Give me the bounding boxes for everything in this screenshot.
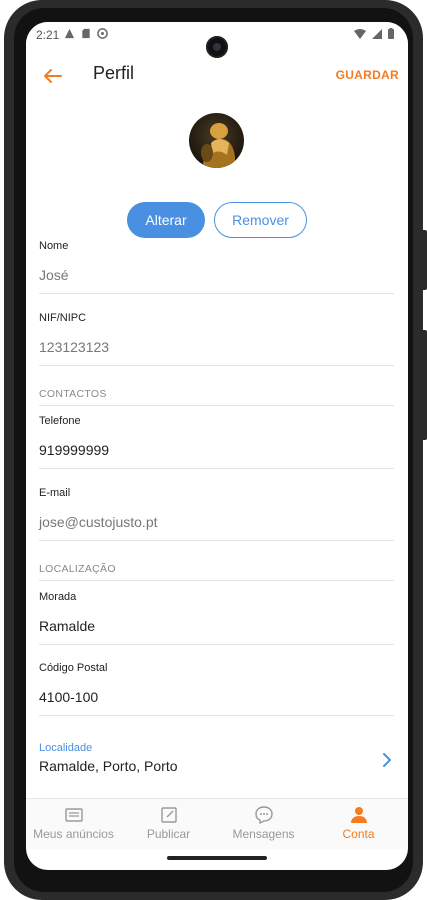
name-field[interactable]: Nome José: [39, 238, 394, 294]
email-input[interactable]: jose@custojusto.pt: [39, 514, 158, 530]
section-divider: [39, 405, 394, 406]
arrow-left-icon: [44, 69, 62, 83]
avatar[interactable]: [189, 113, 244, 168]
divider: [39, 468, 394, 469]
nav-label: Mensagens: [232, 827, 295, 841]
bottom-navigation: Meus anúncios Publicar Mensagens Conta: [26, 798, 408, 849]
save-button[interactable]: GUARDAR: [336, 68, 399, 82]
nif-input[interactable]: 123123123: [39, 339, 109, 355]
postal-code-label: Código Postal: [39, 662, 108, 674]
divider: [39, 644, 394, 645]
phone-input[interactable]: 919999999: [39, 442, 109, 458]
person-icon: [350, 807, 367, 823]
section-header-location: LOCALIZAÇÃO: [39, 563, 116, 575]
photo-actions: Alterar Remover: [26, 202, 408, 238]
page-title: Perfil: [93, 63, 135, 83]
chevron-right-icon: [383, 753, 391, 767]
wifi-icon: [354, 28, 366, 39]
address-field[interactable]: Morada Ramalde: [39, 589, 394, 645]
phone-field[interactable]: Telefone 919999999: [39, 413, 394, 469]
app-screen: 2:21 Perfil GUARDAR Alterar Remover Nome…: [26, 22, 408, 870]
edit-icon: [160, 807, 177, 823]
locality-value: Ramalde, Porto, Porto: [39, 758, 178, 774]
list-icon: [64, 808, 83, 822]
address-input[interactable]: Ramalde: [39, 618, 95, 634]
postal-code-input[interactable]: 4100-100: [39, 689, 98, 705]
status-icons-right: [354, 28, 394, 39]
email-label: E-mail: [39, 487, 71, 499]
change-photo-button[interactable]: Alterar: [127, 202, 205, 238]
section-header-contacts: CONTACTOS: [39, 388, 107, 400]
address-label: Morada: [39, 591, 77, 603]
phone-label: Telefone: [39, 415, 81, 427]
front-camera: [206, 36, 228, 58]
profile-photo: [189, 113, 244, 168]
volume-button: [421, 330, 427, 440]
sync-icon: [97, 28, 108, 39]
chat-icon: [254, 806, 273, 825]
battery-icon: [388, 28, 394, 39]
nif-field[interactable]: NIF/NIPC 123123123: [39, 310, 394, 366]
remove-photo-button[interactable]: Remover: [214, 202, 307, 238]
email-field[interactable]: E-mail jose@custojusto.pt: [39, 485, 394, 541]
divider: [39, 715, 394, 716]
nav-label: Publicar: [146, 827, 191, 841]
name-label: Nome: [39, 240, 69, 252]
nif-label: NIF/NIPC: [39, 312, 87, 324]
divider: [39, 365, 394, 366]
nav-label: Meus anúncios: [33, 827, 114, 841]
section-divider: [39, 580, 394, 581]
nav-item-publish[interactable]: Publicar: [121, 805, 216, 847]
nav-item-account[interactable]: Conta: [311, 805, 406, 847]
status-time: 2:21: [36, 28, 60, 42]
divider: [39, 293, 394, 294]
phone-frame: 2:21 Perfil GUARDAR Alterar Remover Nome…: [4, 0, 427, 900]
warning-icon: [64, 28, 75, 39]
back-button[interactable]: [38, 62, 66, 90]
nav-item-messages[interactable]: Mensagens: [216, 805, 311, 847]
divider: [39, 540, 394, 541]
locality-label: Localidade: [39, 742, 93, 754]
power-button: [421, 230, 427, 290]
locality-selector[interactable]: Localidade Ramalde, Porto, Porto: [39, 738, 394, 784]
postal-code-field[interactable]: Código Postal 4100-100: [39, 660, 394, 716]
home-indicator[interactable]: [167, 856, 267, 860]
sd-card-icon: [82, 28, 90, 39]
nav-item-my-ads[interactable]: Meus anúncios: [26, 805, 121, 847]
status-icons-left: [64, 28, 108, 39]
nav-label: Conta: [342, 827, 375, 841]
signal-icon: [372, 28, 382, 39]
name-input[interactable]: José: [39, 267, 69, 283]
app-bar: Perfil GUARDAR: [26, 58, 408, 98]
